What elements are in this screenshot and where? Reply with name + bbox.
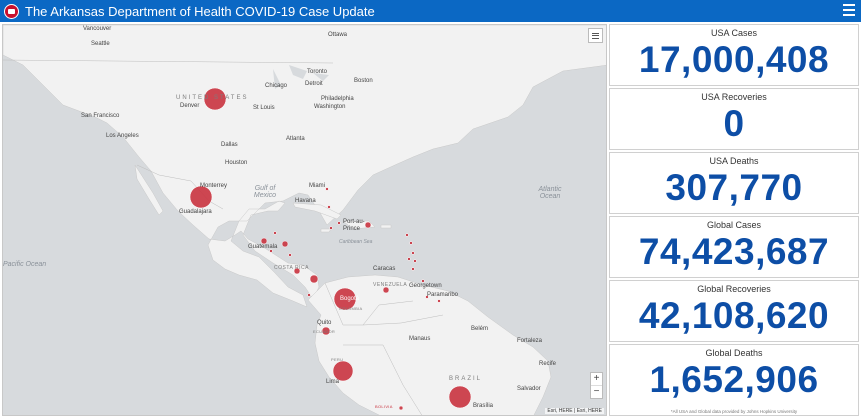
map-label: Paramaribo [427, 292, 459, 298]
case-bubble [309, 274, 319, 284]
stat-value: 1,652,906 [649, 359, 819, 400]
map-label-ocean: Pacific Ocean [3, 261, 47, 268]
stat-label: Global Recoveries [697, 284, 771, 294]
map-label: Guatemala [248, 244, 278, 250]
map-label: Belém [471, 326, 489, 332]
stats-panel: USA Cases 17,000,408 USA Recoveries 0 US… [609, 24, 859, 416]
data-source-footnote: *All USA and Global data provided by Joh… [670, 409, 798, 414]
map-label: Monterrey [200, 183, 228, 189]
map-label: Recife [539, 361, 557, 367]
legend-button[interactable] [588, 28, 603, 43]
map-label: Havana [295, 198, 316, 204]
stat-label: USA Deaths [709, 156, 759, 166]
stat-value: 74,423,687 [638, 231, 830, 272]
case-bubble [411, 251, 415, 255]
menu-icon[interactable] [843, 4, 855, 16]
map-label: Chicago [265, 83, 288, 89]
stat-usa-deaths: USA Deaths 307,770 [609, 152, 859, 214]
map-label-country: BOLIVIA [375, 404, 393, 409]
case-bubble [413, 259, 417, 263]
app-header: The Arkansas Department of Health COVID-… [0, 0, 861, 22]
case-bubble [307, 293, 311, 297]
page-title: The Arkansas Department of Health COVID-… [25, 3, 375, 19]
case-bubble [281, 240, 289, 248]
map-label-ocean: Caribbean Sea [339, 239, 373, 245]
case-bubble [288, 253, 292, 257]
map-label: Boston [354, 78, 373, 84]
case-bubble [337, 221, 341, 225]
case-map[interactable]: Vancouver Seattle Ottawa Toronto Boston … [2, 24, 607, 416]
map-attribution[interactable]: Esri, HERE | Esri, HERE [545, 408, 604, 414]
map-label: Dallas [221, 142, 238, 148]
stat-usa-cases: USA Cases 17,000,408 [609, 24, 859, 86]
map-label: Vancouver [83, 26, 112, 32]
map-label: Caracas [373, 266, 396, 272]
map-label: Denver [180, 103, 200, 109]
case-bubble [398, 405, 404, 411]
stat-value: 0 [723, 103, 745, 144]
stat-label: Global Deaths [705, 348, 763, 358]
map-label: Philadelphia [321, 96, 354, 102]
case-bubble [448, 385, 472, 409]
map-label: Detroit [305, 81, 323, 87]
stat-label: Global Cases [706, 220, 762, 230]
map-label: Salvador [517, 386, 541, 392]
map-label-ocean: Gulf of Mexico [253, 185, 277, 199]
map-label: Seattle [91, 41, 110, 47]
map-label: Georgetown [409, 283, 442, 289]
map-label-country: ECUADOR [313, 329, 336, 334]
zoom-out-button[interactable]: − [591, 385, 602, 398]
map-label: Quito [317, 320, 332, 326]
case-bubble [332, 360, 354, 382]
map-label: San Francisco [81, 113, 120, 119]
stat-global-recoveries: Global Recoveries 42,108,620 [609, 280, 859, 342]
map-label: Lima [326, 379, 340, 385]
health-department-logo-icon [4, 3, 19, 19]
list-icon [592, 32, 599, 39]
case-bubble [405, 233, 409, 237]
case-bubble [329, 226, 333, 230]
stat-label: USA Cases [710, 28, 758, 38]
map-label-ocean: Atlantic Ocean [538, 186, 562, 200]
stat-value: 17,000,408 [638, 39, 830, 80]
stat-global-deaths: Global Deaths 1,652,906 *All USA and Glo… [609, 344, 859, 416]
map-label-country: VENEZUELA [373, 282, 408, 288]
stat-value: 42,108,620 [638, 295, 830, 336]
stat-value: 307,770 [665, 167, 803, 208]
map-label: Port-au-Prince [343, 219, 365, 232]
map-label: Miami [309, 183, 325, 189]
case-bubble [273, 231, 277, 235]
case-bubble [411, 267, 415, 271]
map-label: Bogotá [340, 296, 360, 302]
zoom-in-button[interactable]: + [591, 373, 602, 385]
map-label: Atlanta [286, 136, 305, 142]
map-label-country: COLOMBIA [339, 306, 363, 311]
stat-label: USA Recoveries [701, 92, 767, 102]
case-bubble [407, 257, 411, 261]
case-bubble [437, 299, 441, 303]
zoom-control: + − [590, 372, 603, 399]
map-label: Guadalajara [179, 209, 212, 215]
map-label-country: BRAZIL [449, 376, 483, 382]
map-label-country: PERU [331, 357, 344, 362]
map-label: St Louis [253, 105, 275, 111]
map-label: Los Angeles [106, 133, 139, 139]
case-bubble [409, 241, 413, 245]
stat-global-cases: Global Cases 74,423,687 [609, 216, 859, 278]
map-label: Brasília [473, 403, 494, 409]
stat-usa-recoveries: USA Recoveries 0 [609, 88, 859, 150]
map-label: Toronto [307, 69, 328, 75]
map-label: Houston [225, 160, 248, 166]
map-label-country: COSTA RICA [274, 265, 309, 271]
case-bubble [327, 205, 331, 209]
map-label: Ottawa [328, 32, 348, 38]
map-label: Fortaleza [517, 338, 543, 344]
map-label: Washington [314, 104, 346, 110]
map-label-country: UNITED STATES [176, 95, 249, 101]
case-bubble [325, 187, 329, 191]
map-label: Manaus [409, 336, 431, 342]
